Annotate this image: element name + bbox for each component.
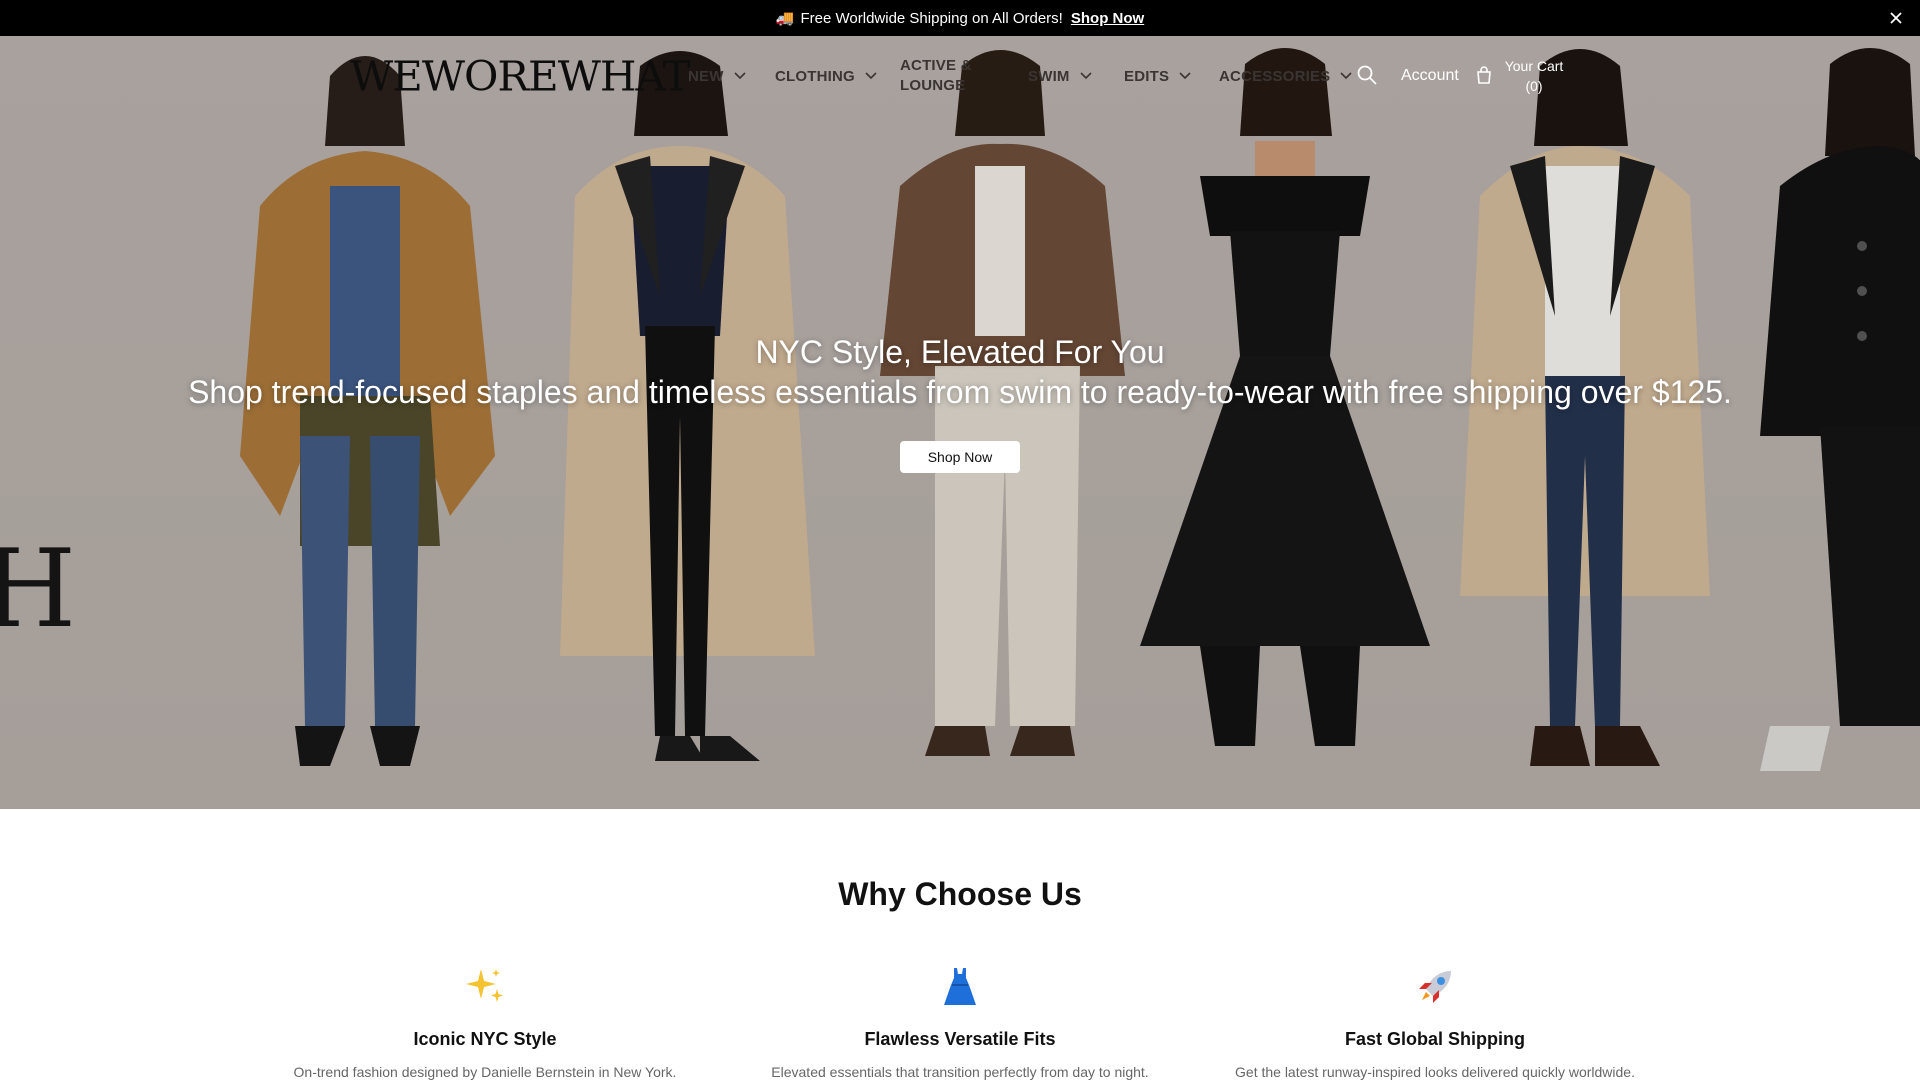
nav-item-accessories[interactable]: ACCESSORIES: [1219, 36, 1352, 116]
account-link[interactable]: Account: [1401, 36, 1459, 116]
nav-item-active-lounge[interactable]: ACTIVE & LOUNGE: [900, 36, 980, 116]
nav-item-swim[interactable]: SWIM: [1028, 36, 1092, 116]
nav-item-new[interactable]: NEW: [688, 36, 746, 116]
feature-card: Fast Global Shipping Get the latest runw…: [1195, 965, 1675, 1080]
nav-label: SWIM: [1028, 67, 1070, 85]
feature-text: On-trend fashion designed by Danielle Be…: [293, 1064, 677, 1080]
close-icon[interactable]: [1886, 8, 1906, 28]
brand-logo[interactable]: WEWOREWHAT: [350, 52, 691, 100]
hero-shop-now-button[interactable]: Shop Now: [900, 441, 1020, 473]
rocket-icon: [1195, 965, 1675, 1013]
truck-icon: 🚚: [775, 10, 795, 27]
feature-card: Iconic NYC Style On-trend fashion design…: [245, 965, 725, 1080]
nav-item-edits[interactable]: EDITS: [1124, 36, 1191, 116]
nav-label: NEW: [688, 67, 724, 85]
hero-overlay: [0, 36, 1920, 809]
cart-link[interactable]: Your Cart (0): [1500, 56, 1568, 96]
feature-card: Flawless Versatile Fits Elevated essenti…: [720, 965, 1200, 1080]
feature-title: Iconic NYC Style: [413, 1029, 557, 1049]
nav-label: CLOTHING: [775, 67, 855, 85]
announcement-text: Free Worldwide Shipping on All Orders!: [800, 9, 1063, 27]
chevron-down-icon: [1080, 72, 1092, 80]
hero-title: NYC Style, Elevated For You: [755, 334, 1165, 370]
sparkles-icon: [245, 965, 725, 1013]
chevron-down-icon: [865, 72, 877, 80]
hero-subtitle: Shop trend-focused staples and timeless …: [188, 374, 1732, 410]
cart-label: Your Cart: [1504, 58, 1564, 74]
announcement-bar: 🚚 Free Worldwide Shipping on All Orders!…: [0, 0, 1920, 36]
nav-item-clothing[interactable]: CLOTHING: [775, 36, 877, 116]
feature-text: Get the latest runway-inspired looks del…: [1235, 1064, 1635, 1080]
feature-title: Flawless Versatile Fits: [864, 1029, 1056, 1049]
hero-banner: H: [0, 36, 1920, 809]
site-header: WEWOREWHAT NEW CLOTHING ACTIVE & LOUNGE …: [0, 36, 1920, 116]
feature-title: Fast Global Shipping: [1345, 1029, 1525, 1049]
nav-label: EDITS: [1124, 67, 1170, 85]
chevron-down-icon: [734, 72, 746, 80]
cart-count: (0): [1525, 78, 1543, 94]
chevron-down-icon: [1340, 72, 1352, 80]
why-choose-us-heading: Why Choose Us: [838, 876, 1082, 912]
search-icon[interactable]: [1356, 64, 1378, 86]
nav-label: ACTIVE & LOUNGE: [900, 57, 972, 94]
feature-text: Elevated essentials that transition perf…: [771, 1064, 1149, 1080]
bag-icon[interactable]: [1474, 65, 1496, 87]
dress-icon: [720, 965, 1200, 1013]
announcement-shop-now-link[interactable]: Shop Now: [1071, 10, 1144, 27]
hero-background-letter: H: [0, 527, 77, 652]
nav-label: ACCESSORIES: [1219, 67, 1331, 85]
chevron-down-icon: [1179, 72, 1191, 80]
